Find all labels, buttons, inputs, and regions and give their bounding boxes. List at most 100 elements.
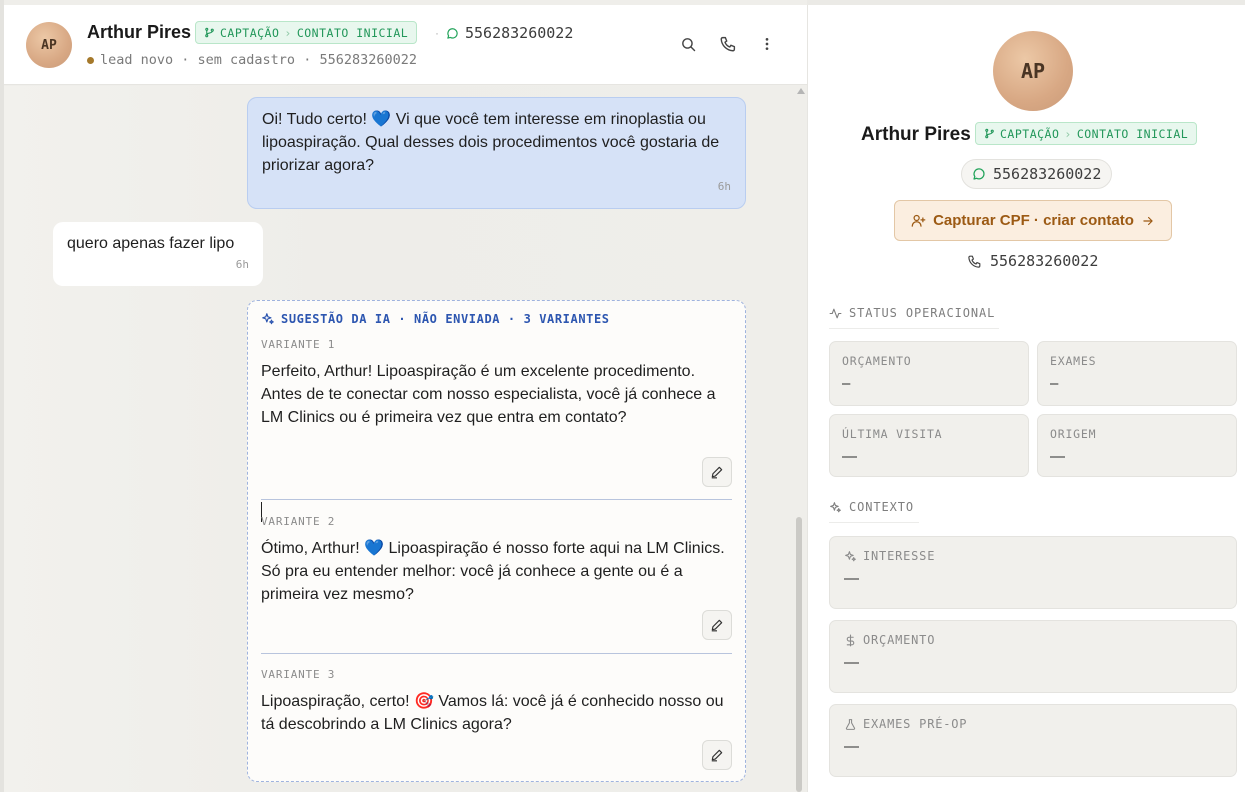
- outgoing-message: Oi! Tudo certo! 💙 Vi que você tem intere…: [247, 97, 746, 209]
- status-card-key: ÚLTIMA VISITA: [842, 427, 943, 441]
- context-section-label: CONTEXTO: [849, 500, 914, 514]
- capture-cpf-label: Capturar CPF · criar contato: [933, 212, 1134, 229]
- context-card-value: —: [844, 654, 859, 671]
- message-list[interactable]: Oi! Tudo certo! 💙 Vi que você tem intere…: [4, 86, 807, 792]
- profile-phone[interactable]: 556283260022: [967, 252, 1098, 270]
- stage-badge[interactable]: CAPTAÇÃO › CONTATO INICIAL: [195, 21, 418, 44]
- edit-variant-button[interactable]: [702, 740, 732, 770]
- variant-3[interactable]: VARIANTE 3 Lipoaspiração, certo! 🎯 Vamos…: [261, 668, 732, 770]
- variant-label: VARIANTE 3: [261, 668, 336, 681]
- status-section-title: STATUS OPERACIONAL: [829, 306, 999, 329]
- profile-stage-badge[interactable]: CAPTAÇÃO › CONTATO INICIAL: [975, 122, 1198, 145]
- activity-icon: [829, 308, 842, 318]
- status-card-value: —: [842, 448, 857, 465]
- incoming-message-text: quero apenas fazer lipo: [67, 235, 235, 252]
- scroll-up-arrow[interactable]: [797, 88, 805, 94]
- capture-cpf-button[interactable]: Capturar CPF · criar contato: [894, 200, 1172, 241]
- variant-text[interactable]: Perfeito, Arthur! Lipoaspiração é um exc…: [261, 360, 732, 429]
- contact-name: Arthur Pires: [87, 22, 192, 42]
- profile-phone-text: 556283260022: [990, 252, 1099, 270]
- status-dot: [87, 56, 94, 64]
- sparkle-icon: [262, 313, 274, 325]
- message-time: 6h: [717, 180, 731, 193]
- context-card-key: EXAMES PRÉ-OP: [844, 717, 1222, 731]
- separator-dot: ·: [435, 26, 439, 40]
- variant-text[interactable]: Lipoaspiração, certo! 🎯 Vamos lá: você j…: [261, 690, 732, 736]
- context-card-key-text: ORÇAMENTO: [863, 633, 936, 647]
- stage-to: CONTATO INICIAL: [1076, 126, 1189, 141]
- status-card-exames: EXAMES –: [1037, 341, 1237, 406]
- search-icon: [681, 37, 695, 51]
- status-card-value: –: [842, 375, 851, 392]
- git-branch-icon: [985, 128, 994, 139]
- profile-avatar: AP: [993, 31, 1073, 111]
- whatsapp-phone-text: 556283260022: [465, 24, 574, 42]
- ai-suggestion-box: SUGESTÃO DA IA · NÃO ENVIADA · 3 VARIANT…: [247, 300, 746, 782]
- variant-label: VARIANTE 1: [261, 338, 336, 351]
- outgoing-message-text: Oi! Tudo certo! 💙 Vi que você tem intere…: [262, 111, 720, 174]
- stage-from: CAPTAÇÃO: [220, 25, 280, 40]
- whatsapp-icon: [973, 168, 985, 180]
- status-card-value: —: [1050, 448, 1065, 465]
- context-card-key: ORÇAMENTO: [844, 633, 1222, 647]
- stage-to: CONTATO INICIAL: [296, 25, 409, 40]
- status-card-origem: ORIGEM —: [1037, 414, 1237, 477]
- context-card-interesse[interactable]: INTERESSE —: [829, 536, 1237, 609]
- context-card-value: —: [844, 738, 859, 755]
- arrow-right-icon: [1143, 216, 1153, 225]
- contact-subtitle-text: lead novo · sem cadastro · 556283260022: [100, 52, 417, 68]
- profile-whatsapp-number: 556283260022: [993, 165, 1102, 183]
- message-time: 6h: [235, 258, 249, 271]
- stage-from: CAPTAÇÃO: [1000, 126, 1060, 141]
- status-card-key: ORÇAMENTO: [842, 354, 912, 368]
- whatsapp-phone[interactable]: 556283260022: [446, 24, 573, 42]
- variant-1[interactable]: VARIANTE 1 Perfeito, Arthur! Lipoaspiraç…: [261, 338, 732, 487]
- chevron-right-icon: ›: [284, 25, 292, 40]
- status-card-orcamento: ORÇAMENTO –: [829, 341, 1029, 406]
- chat-pane: AP Arthur Pires CAPTAÇÃO › CONTATO INICI…: [0, 0, 807, 792]
- avatar[interactable]: AP: [26, 22, 72, 68]
- variant-2[interactable]: VARIANTE 2 Ótimo, Arthur! 💙 Lipoaspiraçã…: [261, 515, 732, 640]
- more-options-button[interactable]: [756, 33, 778, 55]
- edit-variant-button[interactable]: [702, 457, 732, 487]
- ai-suggestion-header: SUGESTÃO DA IA · NÃO ENVIADA · 3 VARIANT…: [261, 312, 610, 326]
- whatsapp-icon: [447, 27, 458, 39]
- search-button[interactable]: [677, 33, 699, 55]
- variant-label: VARIANTE 2: [261, 515, 336, 528]
- context-card-exames-pre-op[interactable]: EXAMES PRÉ-OP —: [829, 704, 1237, 777]
- chat-scrollbar[interactable]: [796, 517, 802, 792]
- contact-subtitle: lead novo · sem cadastro · 556283260022: [87, 52, 417, 68]
- context-card-orcamento[interactable]: ORÇAMENTO —: [829, 620, 1237, 693]
- pencil-icon: [711, 619, 723, 632]
- phone-icon: [720, 36, 736, 52]
- chat-header: AP Arthur Pires CAPTAÇÃO › CONTATO INICI…: [4, 5, 807, 85]
- status-card-key: EXAMES: [1050, 354, 1097, 368]
- profile-name: Arthur Pires: [861, 124, 971, 145]
- user-plus-icon: [911, 214, 926, 227]
- call-button[interactable]: [717, 33, 739, 55]
- git-branch-icon: [205, 27, 214, 38]
- context-section-title: CONTEXTO: [829, 500, 919, 523]
- profile-whatsapp-pill[interactable]: 556283260022: [961, 159, 1113, 189]
- status-card-key: ORIGEM: [1050, 427, 1097, 441]
- pencil-icon: [711, 749, 723, 762]
- context-card-key: INTERESSE: [844, 549, 1222, 563]
- chevron-right-icon: ›: [1064, 126, 1072, 141]
- context-card-key-text: EXAMES PRÉ-OP: [863, 717, 968, 731]
- status-card-value: –: [1050, 375, 1059, 392]
- variant-text[interactable]: Ótimo, Arthur! 💙 Lipoaspiração é nosso f…: [261, 537, 732, 606]
- edit-variant-button[interactable]: [702, 610, 732, 640]
- dollar-icon: [846, 634, 855, 646]
- flask-icon: [845, 718, 856, 730]
- sparkle-icon: [845, 550, 856, 561]
- incoming-message: quero apenas fazer lipo 6h: [53, 222, 263, 286]
- context-card-value: —: [844, 570, 859, 587]
- status-card-ultima-visita: ÚLTIMA VISITA —: [829, 414, 1029, 477]
- variant-divider: [261, 499, 732, 500]
- ai-suggestion-title: SUGESTÃO DA IA · NÃO ENVIADA · 3 VARIANT…: [281, 312, 610, 326]
- more-vertical-icon: [765, 38, 769, 50]
- status-section-label: STATUS OPERACIONAL: [849, 306, 996, 320]
- contact-profile-panel: AP Arthur Pires CAPTAÇÃO › CONTATO INICI…: [807, 5, 1245, 792]
- phone-icon: [968, 255, 981, 268]
- context-card-key-text: INTERESSE: [863, 549, 936, 563]
